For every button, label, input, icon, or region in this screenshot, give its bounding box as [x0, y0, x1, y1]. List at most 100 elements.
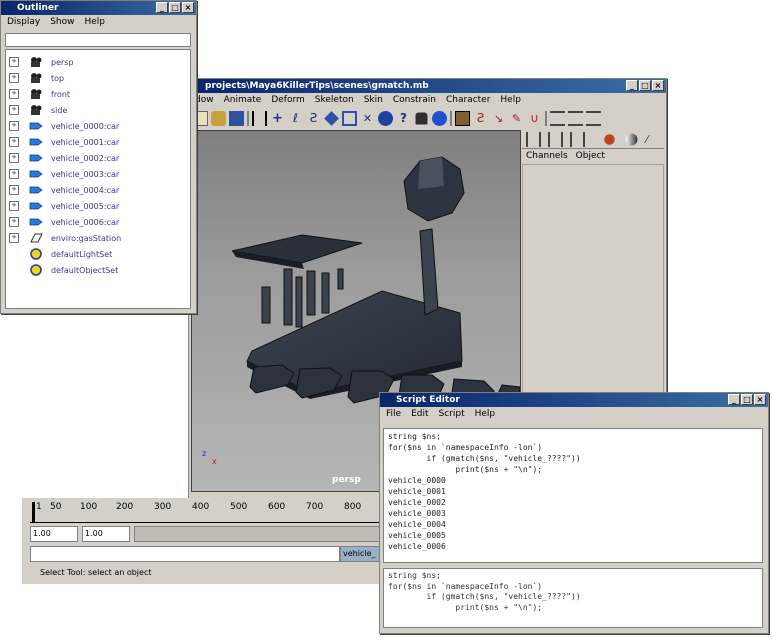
menu-object[interactable]: Object	[576, 149, 605, 163]
expand-toggle-icon[interactable]: +	[9, 153, 19, 163]
tool-settings-icon[interactable]	[568, 110, 583, 126]
expand-toggle-icon[interactable]: +	[9, 201, 19, 211]
tick-label: 100	[80, 502, 98, 512]
outliner-item[interactable]: + vehicle_0001:car	[6, 134, 190, 150]
script-history-pane[interactable]: string $ns; for($ns in `namespaceInfo -lo…	[383, 428, 763, 563]
expand-toggle-icon[interactable]: +	[9, 185, 19, 195]
menu-skeleton[interactable]: Skeleton	[315, 93, 354, 107]
minimize-button[interactable]: _	[728, 394, 740, 405]
render-globals-icon[interactable]: ✎	[509, 111, 524, 126]
close-button[interactable]: ×	[754, 394, 766, 405]
expand-toggle-icon[interactable]: +	[9, 89, 19, 99]
current-time-marker[interactable]	[32, 502, 35, 522]
maximize-button[interactable]: □	[741, 394, 753, 405]
menu-display[interactable]: Display	[7, 15, 40, 29]
menu-help[interactable]: Help	[84, 15, 105, 29]
script-input-pane[interactable]: string $ns; for($ns in `namespaceInfo -lo…	[383, 568, 763, 628]
menu-edit[interactable]: Edit	[411, 407, 428, 421]
outliner-item[interactable]: + vehicle_0004:car	[6, 182, 190, 198]
outliner-item[interactable]: + vehicle_0006:car	[6, 214, 190, 230]
menu-character[interactable]: Character	[446, 93, 490, 107]
menu-script[interactable]: Script	[439, 407, 465, 421]
time-slider[interactable]: 1 50 100 200 300 400 500 600 700 800	[30, 502, 380, 523]
range-slider[interactable]	[134, 526, 380, 542]
maximize-button[interactable]: □	[169, 2, 181, 13]
x-icon[interactable]: ✕	[360, 111, 375, 126]
close-button[interactable]: ×	[182, 2, 194, 13]
expand-toggle-icon[interactable]: +	[9, 217, 19, 227]
outliner-item[interactable]: defaultLightSet	[6, 246, 190, 262]
curve-icon[interactable]: Ƨ	[306, 111, 321, 126]
add-icon[interactable]: +	[270, 111, 285, 126]
magnet-icon[interactable]	[432, 110, 447, 126]
expand-toggle-icon[interactable]: +	[9, 137, 19, 147]
outliner-item[interactable]: + top	[6, 70, 190, 86]
grid-icon[interactable]	[342, 110, 357, 126]
start-time-field[interactable]: 1.00	[30, 526, 78, 542]
attribute-editor-icon[interactable]	[550, 110, 565, 126]
ipr-icon[interactable]: ↘	[491, 111, 506, 126]
snap-magnet-icon[interactable]: ∪	[527, 111, 542, 126]
layout-icon[interactable]	[570, 131, 585, 147]
command-line-input[interactable]	[30, 546, 340, 562]
outliner-item[interactable]: + vehicle_0002:car	[6, 150, 190, 166]
render-icon[interactable]	[229, 110, 244, 126]
outliner-item[interactable]: + vehicle_0005:car	[6, 198, 190, 214]
script-history-line: if (gmatch($ns, "vehicle_????"))	[388, 454, 581, 463]
menu-help[interactable]: Help	[500, 93, 521, 107]
outliner-item[interactable]: defaultObjectSet	[6, 262, 190, 278]
tick-label: 1	[36, 502, 42, 512]
sphere-icon[interactable]	[378, 110, 393, 126]
shading-icon[interactable]	[625, 133, 638, 145]
expand-toggle-icon[interactable]: +	[9, 73, 19, 83]
menu-deform[interactable]: Deform	[271, 93, 304, 107]
menu-channels[interactable]: Channels	[526, 149, 568, 163]
outliner-filter-field[interactable]	[5, 33, 191, 47]
menu-file[interactable]: File	[386, 407, 401, 421]
menu-animate[interactable]: Animate	[224, 93, 262, 107]
end-time-field[interactable]: 1.00	[82, 526, 130, 542]
outliner-item[interactable]: + front	[6, 86, 190, 102]
channel-box-icon[interactable]	[586, 110, 601, 126]
outliner-titlebar[interactable]: Outliner _ □ ×	[1, 1, 196, 15]
reference-node-icon	[29, 184, 43, 196]
hypershade-icon[interactable]: Ƨ	[473, 111, 488, 126]
render-settings-icon[interactable]	[604, 133, 615, 145]
layout-icon[interactable]	[548, 131, 563, 147]
outliner-item[interactable]: + vehicle_0003:car	[6, 166, 190, 182]
main-window-title: projects\Maya6KillerTips\scenes\gmatch.m…	[205, 81, 429, 91]
close-button[interactable]: ×	[652, 80, 664, 91]
maximize-button[interactable]: □	[639, 80, 651, 91]
expand-toggle-icon[interactable]: +	[9, 233, 19, 243]
render-view-icon[interactable]	[455, 110, 470, 126]
command-feedback: vehicle_	[340, 546, 380, 562]
help-icon[interactable]: ?	[396, 111, 411, 126]
script-editor-titlebar[interactable]: Script Editor _ □ ×	[380, 393, 768, 407]
main-titlebar[interactable]: projects\Maya6KillerTips\scenes\gmatch.m…	[189, 79, 666, 93]
surface-icon[interactable]	[324, 110, 339, 126]
expand-toggle-icon[interactable]: +	[9, 105, 19, 115]
lock-icon[interactable]	[415, 112, 428, 124]
minimize-button[interactable]: _	[626, 80, 638, 91]
outliner-item[interactable]: + side	[6, 102, 190, 118]
menu-skin[interactable]: Skin	[364, 93, 383, 107]
script-input-line: if (gmatch($ns, "vehicle_????"))	[388, 592, 581, 601]
outliner-item[interactable]: + vehicle_0000:car	[6, 118, 190, 134]
camera-icon	[29, 72, 43, 84]
outliner-item[interactable]: + persp	[6, 54, 190, 70]
minimize-button[interactable]: _	[156, 2, 168, 13]
menu-show[interactable]: Show	[50, 15, 74, 29]
eyedropper-icon[interactable]: ⁄	[646, 132, 661, 147]
menu-window[interactable]: dow	[195, 93, 214, 107]
menu-constrain[interactable]: Constrain	[393, 93, 436, 107]
layout-icon[interactable]	[526, 131, 541, 147]
menu-help[interactable]: Help	[475, 407, 496, 421]
outliner-item[interactable]: + enviro:gasStation	[6, 230, 190, 246]
reference-node-icon	[29, 120, 43, 132]
snap-icon[interactable]	[211, 110, 226, 126]
history-icon[interactable]	[252, 110, 267, 126]
lasso-icon[interactable]: ℓ	[288, 111, 303, 126]
expand-toggle-icon[interactable]: +	[9, 169, 19, 179]
expand-toggle-icon[interactable]: +	[9, 121, 19, 131]
expand-toggle-icon[interactable]: +	[9, 57, 19, 67]
